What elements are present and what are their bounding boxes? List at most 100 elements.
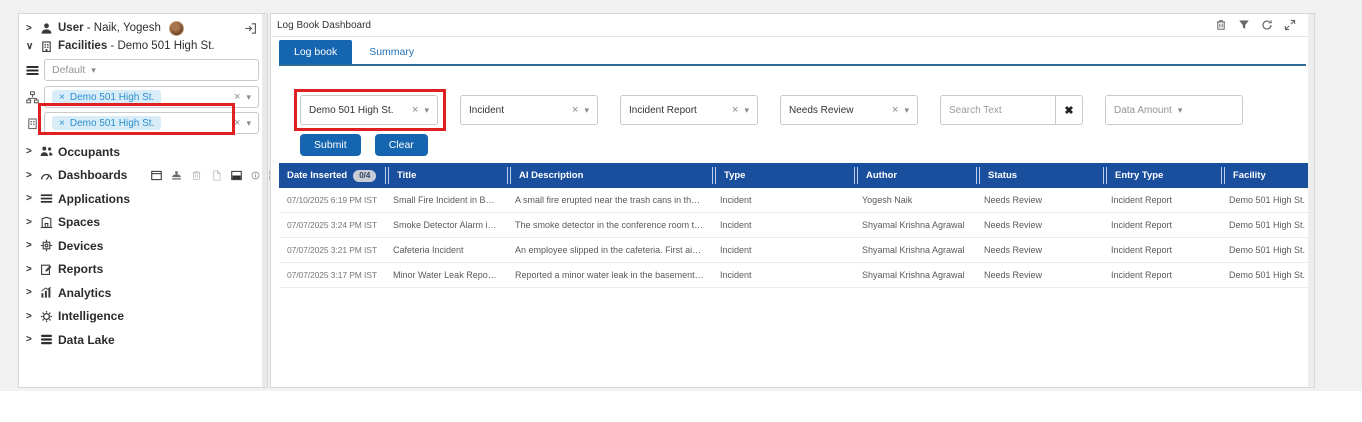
column-header[interactable]: AI Description bbox=[507, 163, 712, 188]
search-clear-button[interactable]: ✖ bbox=[1056, 95, 1083, 125]
facility-chip: ×Demo 501 High St. bbox=[52, 90, 161, 104]
trash-icon[interactable] bbox=[1215, 19, 1227, 31]
sidebar-item-applications[interactable]: > Applications bbox=[26, 187, 258, 211]
table-row[interactable]: 07/07/2025 3:24 PM ISTSmoke Detector Ala… bbox=[279, 213, 1311, 238]
tab-summary[interactable]: Summary bbox=[354, 40, 429, 64]
search-input[interactable] bbox=[940, 95, 1056, 125]
sidebar-item-analytics[interactable]: > Analytics bbox=[26, 281, 258, 305]
clear-button[interactable]: Clear bbox=[375, 134, 428, 156]
stamp-icon[interactable] bbox=[171, 170, 182, 181]
select-clear-icon[interactable]: × bbox=[412, 104, 418, 116]
table-cell: Demo 501 High St. bbox=[1221, 220, 1311, 230]
caret-down-icon[interactable]: ▾ bbox=[424, 105, 429, 116]
sidebar-item-devices[interactable]: > Devices bbox=[26, 234, 258, 258]
caret-down-icon[interactable]: ▾ bbox=[744, 105, 749, 116]
chevron-down-icon[interactable]: ∨ bbox=[26, 41, 35, 52]
sidebar-user-row[interactable]: > User - Naik, Yogesh bbox=[26, 19, 257, 37]
building-icon bbox=[40, 40, 53, 53]
table-cell: Demo 501 High St. bbox=[1221, 195, 1311, 205]
table-row[interactable]: 07/07/2025 3:17 PM ISTMinor Water Leak R… bbox=[279, 263, 1311, 288]
table-cell: Incident bbox=[712, 270, 854, 280]
sidebar-item-occupants[interactable]: > Occupants bbox=[26, 140, 258, 164]
filter-icon[interactable] bbox=[1238, 19, 1250, 31]
column-header-label: Status bbox=[988, 170, 1017, 181]
table-cell: 07/07/2025 3:17 PM IST bbox=[279, 270, 385, 280]
column-header[interactable]: Status bbox=[976, 163, 1103, 188]
column-header-label: Date Inserted bbox=[287, 170, 347, 181]
window-filled-icon[interactable] bbox=[231, 170, 242, 181]
chip-remove-icon[interactable]: × bbox=[59, 118, 65, 129]
column-header[interactable]: Title bbox=[385, 163, 507, 188]
info-icon[interactable] bbox=[251, 171, 260, 180]
view-select-value: Default bbox=[52, 64, 85, 76]
table-body: 07/10/2025 6:19 PM ISTSmall Fire Inciden… bbox=[279, 188, 1311, 288]
refresh-icon[interactable] bbox=[1261, 19, 1273, 31]
caret-down-icon[interactable]: ▾ bbox=[904, 105, 909, 116]
sidebar-item-intelligence[interactable]: > Intelligence bbox=[26, 305, 258, 329]
column-header[interactable]: Facility bbox=[1221, 163, 1311, 188]
table-row[interactable]: 07/10/2025 6:19 PM ISTSmall Fire Inciden… bbox=[279, 188, 1311, 213]
chevron-right-icon: > bbox=[26, 146, 35, 157]
column-header[interactable]: Date Inserted0/4 bbox=[279, 163, 385, 188]
tab-log-book[interactable]: Log book bbox=[279, 40, 352, 64]
chip-remove-icon[interactable]: × bbox=[59, 92, 65, 103]
select-clear-icon[interactable]: × bbox=[234, 117, 240, 129]
caret-down-icon[interactable]: ▾ bbox=[1178, 105, 1183, 116]
tab-underline bbox=[279, 64, 1306, 66]
column-header[interactable]: Author bbox=[854, 163, 976, 188]
table-cell: Incident bbox=[712, 195, 854, 205]
table-row[interactable]: 07/07/2025 3:21 PM ISTCafeteria Incident… bbox=[279, 238, 1311, 263]
facility-filter[interactable]: Demo 501 High St. × ▾ bbox=[300, 95, 438, 125]
sidebar: > User - Naik, Yogesh ∨ Facilities - Dem… bbox=[18, 13, 268, 388]
table-cell: Incident Report bbox=[1103, 245, 1221, 255]
status-filter[interactable]: Needs Review × ▾ bbox=[780, 95, 918, 125]
select-clear-icon[interactable]: × bbox=[234, 91, 240, 103]
user-icon bbox=[40, 22, 53, 35]
type-filter[interactable]: Incident × ▾ bbox=[460, 95, 598, 125]
window-icon[interactable] bbox=[151, 170, 162, 181]
chevron-right-icon: > bbox=[26, 334, 35, 345]
sidebar-item-label: Intelligence bbox=[58, 309, 124, 323]
select-clear-icon[interactable]: × bbox=[892, 104, 898, 116]
sidebar-scrollbar[interactable] bbox=[262, 14, 267, 387]
table-cell: Small Fire Incident in Base... bbox=[385, 195, 507, 205]
sidebar-item-spaces[interactable]: > Spaces bbox=[26, 211, 258, 235]
table-cell: Shyamal Krishna Agrawal bbox=[854, 270, 976, 280]
chevron-right-icon[interactable]: > bbox=[26, 23, 35, 34]
caret-down-icon[interactable]: ▾ bbox=[246, 92, 251, 103]
logout-icon[interactable] bbox=[244, 22, 257, 35]
user-label: User - Naik, Yogesh bbox=[58, 22, 161, 34]
hierarchy-icon bbox=[26, 91, 39, 104]
view-select[interactable]: Default ▾ bbox=[44, 59, 259, 81]
column-header[interactable]: Entry Type bbox=[1103, 163, 1221, 188]
submit-button[interactable]: Submit bbox=[300, 134, 361, 156]
table-scrollbar[interactable] bbox=[1308, 14, 1314, 387]
search-clear-icon: ✖ bbox=[1064, 104, 1073, 117]
column-header[interactable]: Type bbox=[712, 163, 854, 188]
entry-type-filter[interactable]: Incident Report × ▾ bbox=[620, 95, 758, 125]
chevron-right-icon: > bbox=[26, 311, 35, 322]
table-cell: Incident Report bbox=[1103, 220, 1221, 230]
facility-select-1[interactable]: ×Demo 501 High St. × ▾ bbox=[44, 86, 259, 108]
table-cell: Cafeteria Incident bbox=[385, 245, 507, 255]
facility-select-row-1: ×Demo 501 High St. × ▾ bbox=[26, 86, 259, 108]
caret-down-icon[interactable]: ▾ bbox=[584, 105, 589, 116]
sidebar-facilities-row[interactable]: ∨ Facilities - Demo 501 High St. bbox=[26, 38, 257, 54]
reports-icon bbox=[40, 263, 53, 276]
facility-select-2[interactable]: ×Demo 501 High St. × ▾ bbox=[44, 112, 259, 134]
sidebar-item-reports[interactable]: > Reports bbox=[26, 258, 258, 282]
table-cell: Shyamal Krishna Agrawal bbox=[854, 245, 976, 255]
occupants-icon bbox=[40, 145, 53, 158]
sidebar-item-label: Analytics bbox=[58, 286, 111, 300]
select-clear-icon[interactable]: × bbox=[732, 104, 738, 116]
sidebar-item-dashboards[interactable]: > Dashboards bbox=[26, 164, 258, 188]
data-amount-filter[interactable]: Data Amount ▾ bbox=[1105, 95, 1243, 125]
select-clear-icon[interactable]: × bbox=[572, 104, 578, 116]
caret-down-icon[interactable]: ▾ bbox=[246, 118, 251, 129]
expand-icon[interactable] bbox=[1284, 19, 1296, 31]
avatar[interactable] bbox=[169, 21, 184, 36]
caret-down-icon[interactable]: ▾ bbox=[91, 65, 96, 76]
sidebar-item-data-lake[interactable]: > Data Lake bbox=[26, 328, 258, 352]
table-cell: 07/07/2025 3:21 PM IST bbox=[279, 245, 385, 255]
sidebar-item-label: Data Lake bbox=[58, 333, 115, 347]
